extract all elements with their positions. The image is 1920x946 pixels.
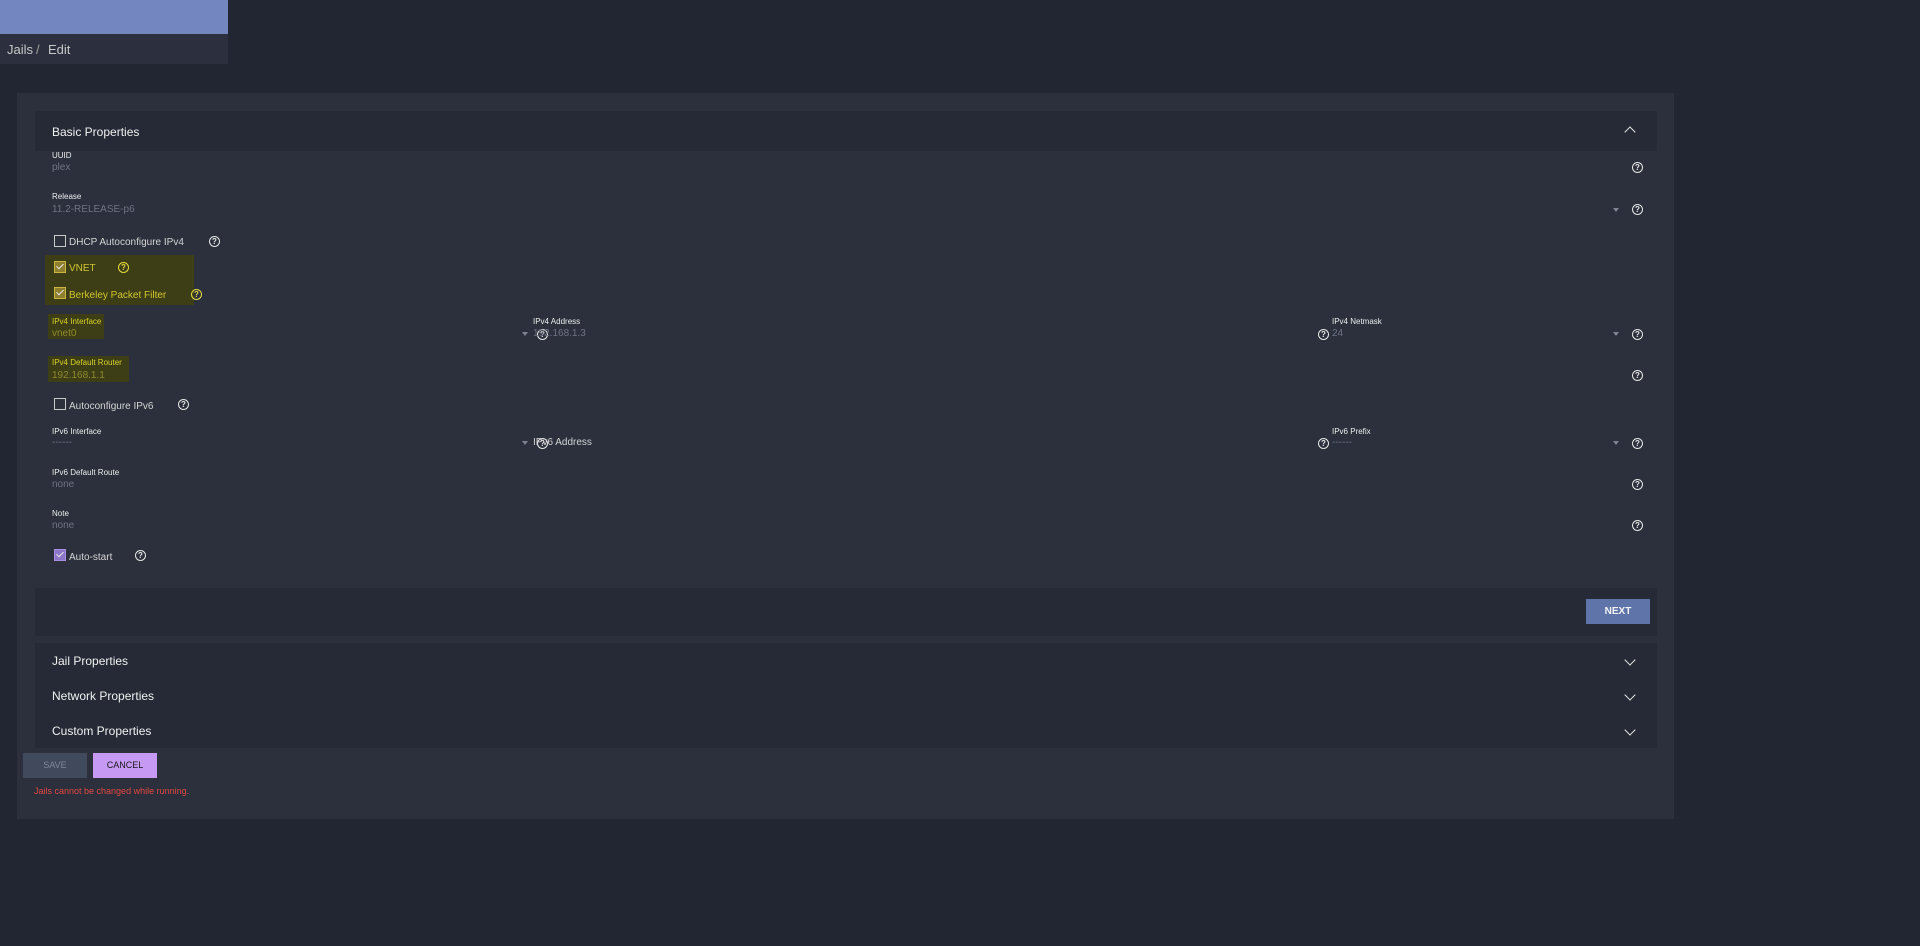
topbar-accent xyxy=(0,0,228,34)
basic-properties-actions: NEXT xyxy=(35,588,1657,636)
ipv6-route-label: IPv6 Default Route xyxy=(52,468,120,477)
jail-properties-section[interactable]: Jail Properties xyxy=(35,643,1657,678)
save-button[interactable]: SAVE xyxy=(23,753,87,778)
note-help-icon[interactable]: ? xyxy=(1632,520,1643,531)
release-select[interactable]: 11.2-RELEASE-p6 xyxy=(52,204,135,215)
ipv4-address-field[interactable]: 192.168.1.3 xyxy=(533,328,586,339)
uuid-help-icon[interactable]: ? xyxy=(1632,162,1643,173)
chevron-down-icon[interactable] xyxy=(1624,724,1636,736)
release-dropdown-icon[interactable] xyxy=(1613,208,1619,212)
ipv4-router-label: IPv4 Default Router xyxy=(52,358,122,367)
basic-properties-panel: Basic Properties UUID plex ? Release 11.… xyxy=(35,111,1657,636)
ipv4-netmask-help-icon[interactable]: ? xyxy=(1632,329,1643,340)
ipv6-prefix-help-icon[interactable]: ? xyxy=(1632,438,1643,449)
release-help-icon[interactable]: ? xyxy=(1632,204,1643,215)
ipv6-address-help-icon[interactable]: ? xyxy=(1318,438,1329,449)
vnet-checkbox[interactable] xyxy=(54,261,66,273)
vnet-label: VNET xyxy=(69,263,96,274)
autoconf-ipv6-label: Autoconfigure IPv6 xyxy=(69,401,154,412)
uuid-field[interactable]: plex xyxy=(52,162,70,173)
breadcrumb-separator: / xyxy=(36,42,40,57)
basic-properties-form: UUID plex ? Release 11.2-RELEASE-p6 ? DH… xyxy=(35,151,1657,588)
ipv4-interface-dropdown-icon[interactable] xyxy=(522,332,528,336)
ipv6-route-help-icon[interactable]: ? xyxy=(1632,479,1643,490)
autostart-help-icon[interactable]: ? xyxy=(135,550,146,561)
cancel-button[interactable]: CANCEL xyxy=(93,753,157,778)
jail-edit-card: Basic Properties UUID plex ? Release 11.… xyxy=(17,93,1674,819)
note-field[interactable]: none xyxy=(52,520,74,531)
ipv4-interface-label: IPv4 Interface xyxy=(52,317,102,326)
basic-properties-title: Basic Properties xyxy=(52,125,140,139)
chevron-down-icon[interactable] xyxy=(1624,689,1636,701)
dhcp-checkbox[interactable] xyxy=(54,235,66,247)
bpf-help-icon[interactable]: ? xyxy=(191,289,202,300)
ipv6-prefix-dropdown-icon[interactable] xyxy=(1613,441,1619,445)
bpf-checkbox[interactable] xyxy=(54,287,66,299)
ipv4-address-label: IPv4 Address xyxy=(533,317,581,326)
ipv6-route-field[interactable]: none xyxy=(52,479,74,490)
uuid-label: UUID xyxy=(52,151,72,160)
next-button[interactable]: NEXT xyxy=(1586,599,1650,624)
autostart-label: Auto-start xyxy=(69,552,113,563)
ipv6-interface-dropdown-icon[interactable] xyxy=(522,441,528,445)
network-properties-section[interactable]: Network Properties xyxy=(35,678,1657,713)
ipv4-netmask-label: IPv4 Netmask xyxy=(1332,317,1382,326)
chevron-up-icon[interactable] xyxy=(1624,126,1636,138)
vnet-help-icon[interactable]: ? xyxy=(118,262,129,273)
breadcrumb-jails-link[interactable]: Jails xyxy=(7,42,33,57)
chevron-down-icon[interactable] xyxy=(1624,654,1636,666)
breadcrumb-current: Edit xyxy=(48,42,71,57)
ipv4-address-help-icon[interactable]: ? xyxy=(1318,329,1329,340)
network-properties-title: Network Properties xyxy=(52,689,155,703)
jail-properties-title: Jail Properties xyxy=(52,654,129,668)
breadcrumb: Jails / Edit xyxy=(0,34,228,64)
basic-properties-header[interactable]: Basic Properties xyxy=(35,111,1657,151)
autoconf-ipv6-checkbox[interactable] xyxy=(54,398,66,410)
release-label: Release xyxy=(52,192,82,201)
ipv6-prefix-label: IPv6 Prefix xyxy=(1332,427,1371,436)
bpf-label: Berkeley Packet Filter xyxy=(69,290,167,301)
ipv4-router-field[interactable]: 192.168.1.1 xyxy=(52,370,105,381)
ipv6-address-field[interactable]: IPv6 Address xyxy=(533,437,592,448)
dhcp-label: DHCP Autoconfigure IPv4 xyxy=(69,237,184,248)
ipv4-netmask-dropdown-icon[interactable] xyxy=(1613,332,1619,336)
error-message: Jails cannot be changed while running. xyxy=(34,786,190,796)
note-label: Note xyxy=(52,509,69,518)
custom-properties-section[interactable]: Custom Properties xyxy=(35,713,1657,748)
ipv6-interface-label: IPv6 Interface xyxy=(52,427,102,436)
ipv4-interface-select[interactable]: vnet0 xyxy=(52,328,76,339)
ipv6-prefix-select[interactable]: ------ xyxy=(1332,437,1352,448)
ipv4-netmask-select[interactable]: 24 xyxy=(1332,328,1343,339)
autostart-checkbox[interactable] xyxy=(54,549,66,561)
ipv4-router-help-icon[interactable]: ? xyxy=(1632,370,1643,381)
custom-properties-title: Custom Properties xyxy=(52,724,152,738)
autoconf-ipv6-help-icon[interactable]: ? xyxy=(178,399,189,410)
dhcp-help-icon[interactable]: ? xyxy=(209,236,220,247)
ipv6-interface-select[interactable]: ------ xyxy=(52,437,72,448)
